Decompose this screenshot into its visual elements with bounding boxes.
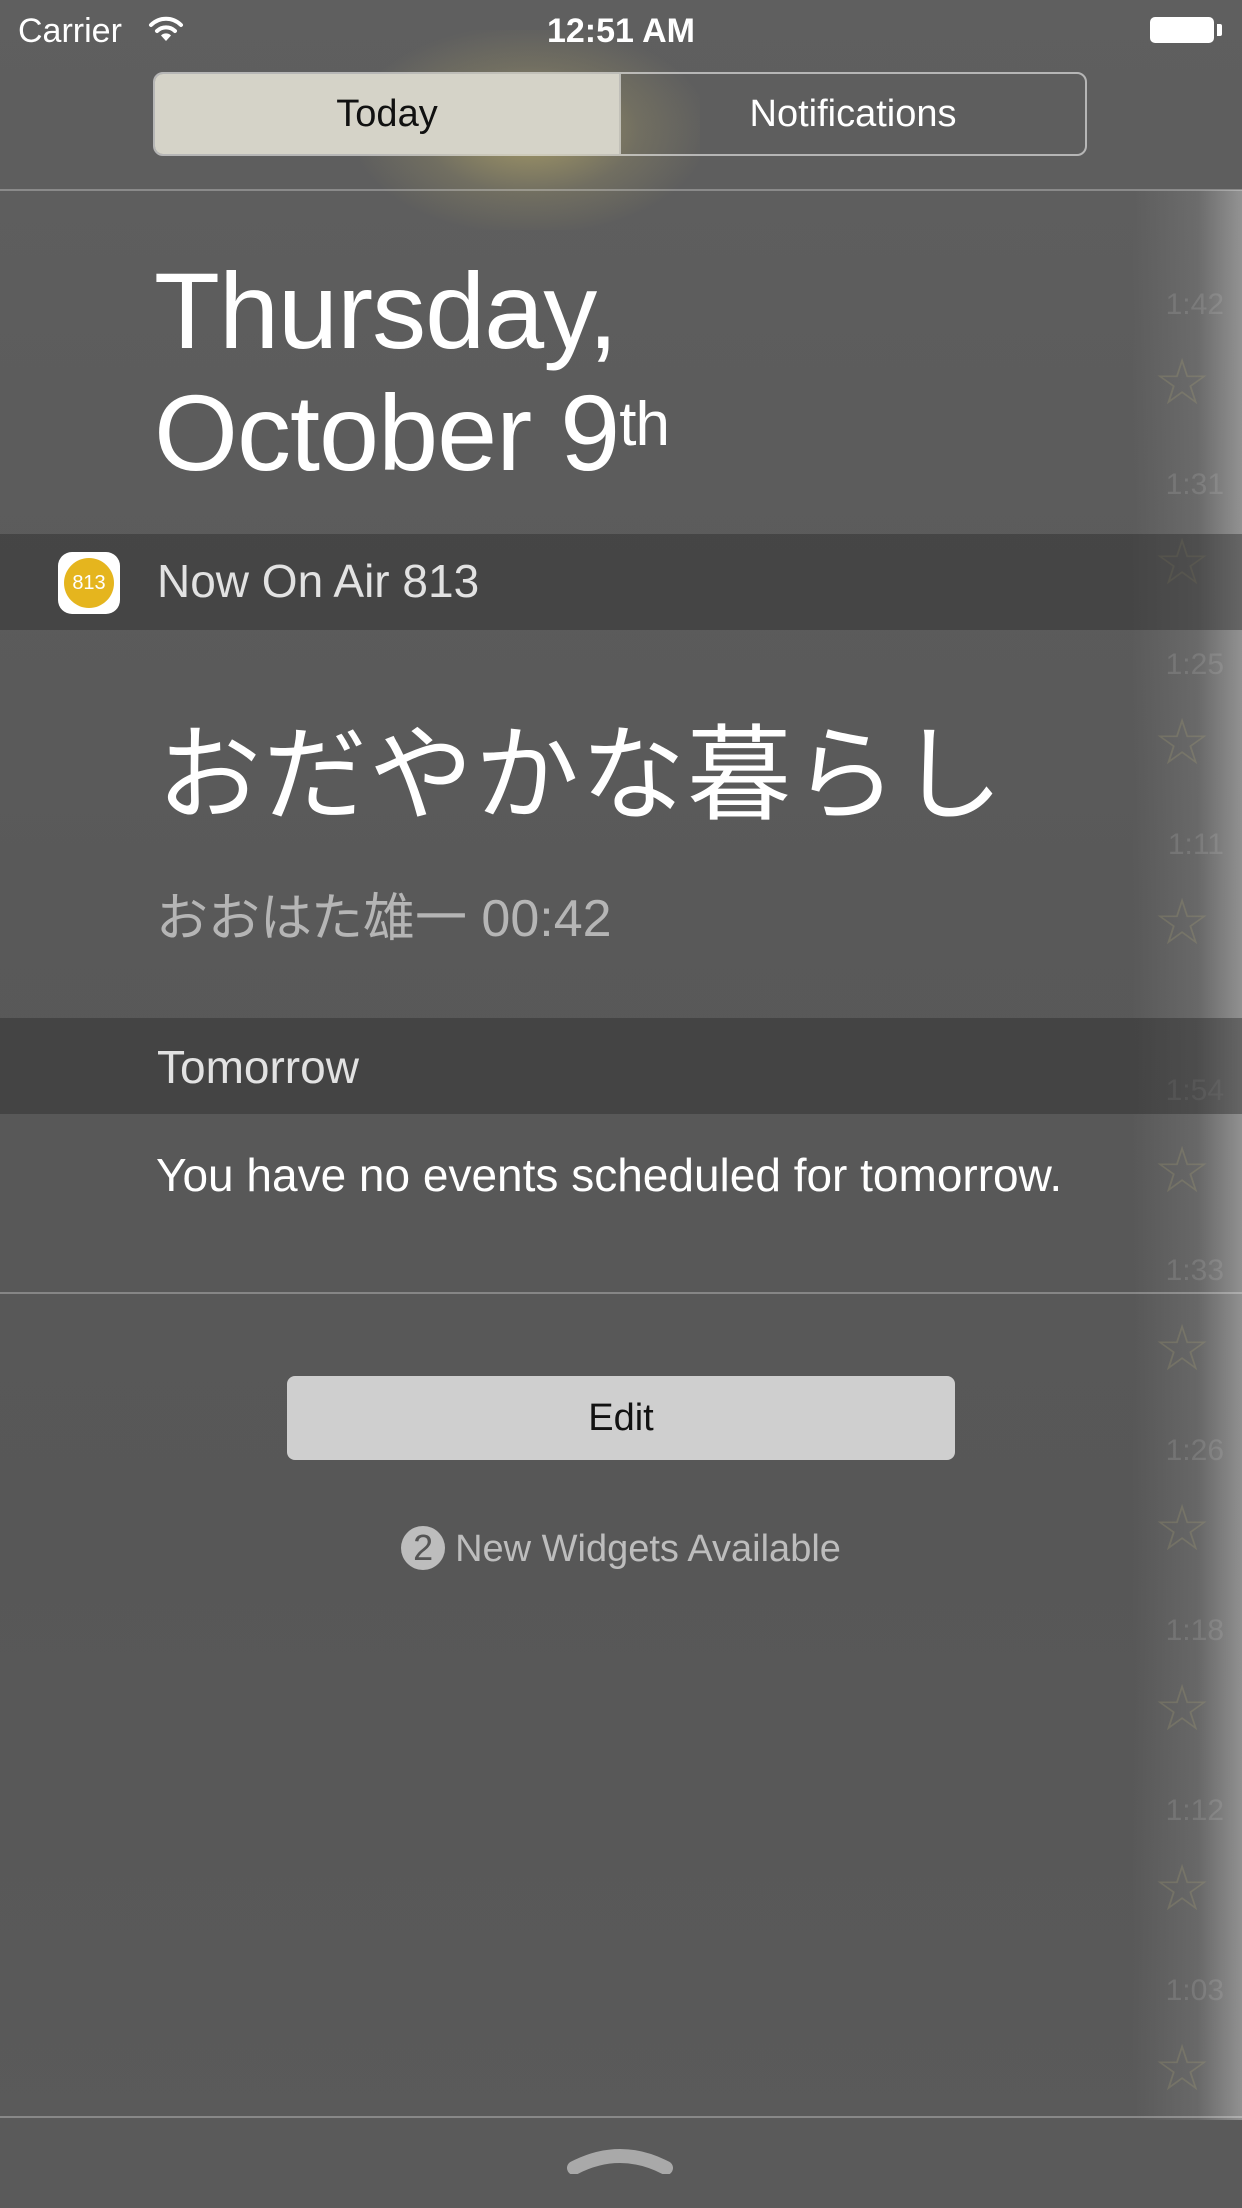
- date-weekday: Thursday,: [154, 250, 618, 371]
- clock: 12:51 AM: [546, 12, 696, 50]
- pull-up-handle-icon[interactable]: [566, 2148, 674, 2174]
- new-widgets-count-badge: 2: [401, 1525, 446, 1570]
- ghost-time: 1:25: [1165, 648, 1224, 681]
- date-ordinal-suffix: th: [619, 390, 670, 459]
- ghost-time: 1:11: [1167, 828, 1224, 861]
- ghost-star-icon: ☆: [1153, 886, 1211, 958]
- widget-title-now-on-air: Now On Air 813: [157, 555, 480, 607]
- app-icon-coin: 813: [64, 558, 114, 608]
- new-widgets-label: New Widgets Available: [455, 1528, 841, 1570]
- new-widgets-available-link[interactable]: 2 New Widgets Available: [0, 1525, 1242, 1573]
- ghost-star-icon: ☆: [1153, 1134, 1211, 1206]
- ghost-star-icon: ☆: [1153, 346, 1211, 418]
- ghost-time: 1:03: [1165, 1974, 1224, 2007]
- divider: [0, 1292, 1242, 1294]
- now-playing-artist-time: おおはた雄一 00:42: [156, 890, 612, 948]
- ghost-time: 1:33: [1165, 1254, 1224, 1287]
- status-bar: Carrier 12:51 AM: [0, 0, 1242, 62]
- ghost-time: 1:31: [1165, 468, 1224, 501]
- tab-today[interactable]: Today: [155, 74, 619, 154]
- divider: [0, 2116, 1242, 2118]
- ghost-star-icon: ☆: [1153, 1312, 1211, 1384]
- tab-notifications[interactable]: Notifications: [619, 74, 1085, 154]
- no-events-message: You have no events scheduled for tomorro…: [156, 1149, 1063, 1201]
- today-notifications-segmented-control: Today Notifications: [153, 72, 1087, 156]
- date-month-day: October 9th: [154, 372, 670, 494]
- now-on-air-app-icon[interactable]: 813: [58, 552, 120, 614]
- ghost-time: 1:26: [1165, 1434, 1224, 1467]
- ghost-star-icon: ☆: [1153, 706, 1211, 778]
- widget-title-tomorrow: Tomorrow: [157, 1041, 359, 1093]
- battery-icon: [1150, 17, 1214, 43]
- divider: [0, 189, 1242, 191]
- ghost-star-icon: ☆: [1153, 1672, 1211, 1744]
- ghost-time: 1:42: [1165, 288, 1224, 321]
- ghost-star-icon: ☆: [1153, 1852, 1211, 1924]
- edit-button[interactable]: Edit: [287, 1376, 955, 1460]
- ghost-star-icon: ☆: [1153, 2032, 1211, 2104]
- date-header: Thursday, October 9th: [154, 250, 670, 494]
- now-playing-song-title[interactable]: おだやかな暮らし: [157, 690, 1005, 841]
- date-month-day-text: October 9: [154, 372, 620, 493]
- ghost-time: 1:18: [1165, 1614, 1224, 1647]
- ghost-time: 1:12: [1165, 1794, 1224, 1827]
- battery-tip: [1217, 24, 1222, 36]
